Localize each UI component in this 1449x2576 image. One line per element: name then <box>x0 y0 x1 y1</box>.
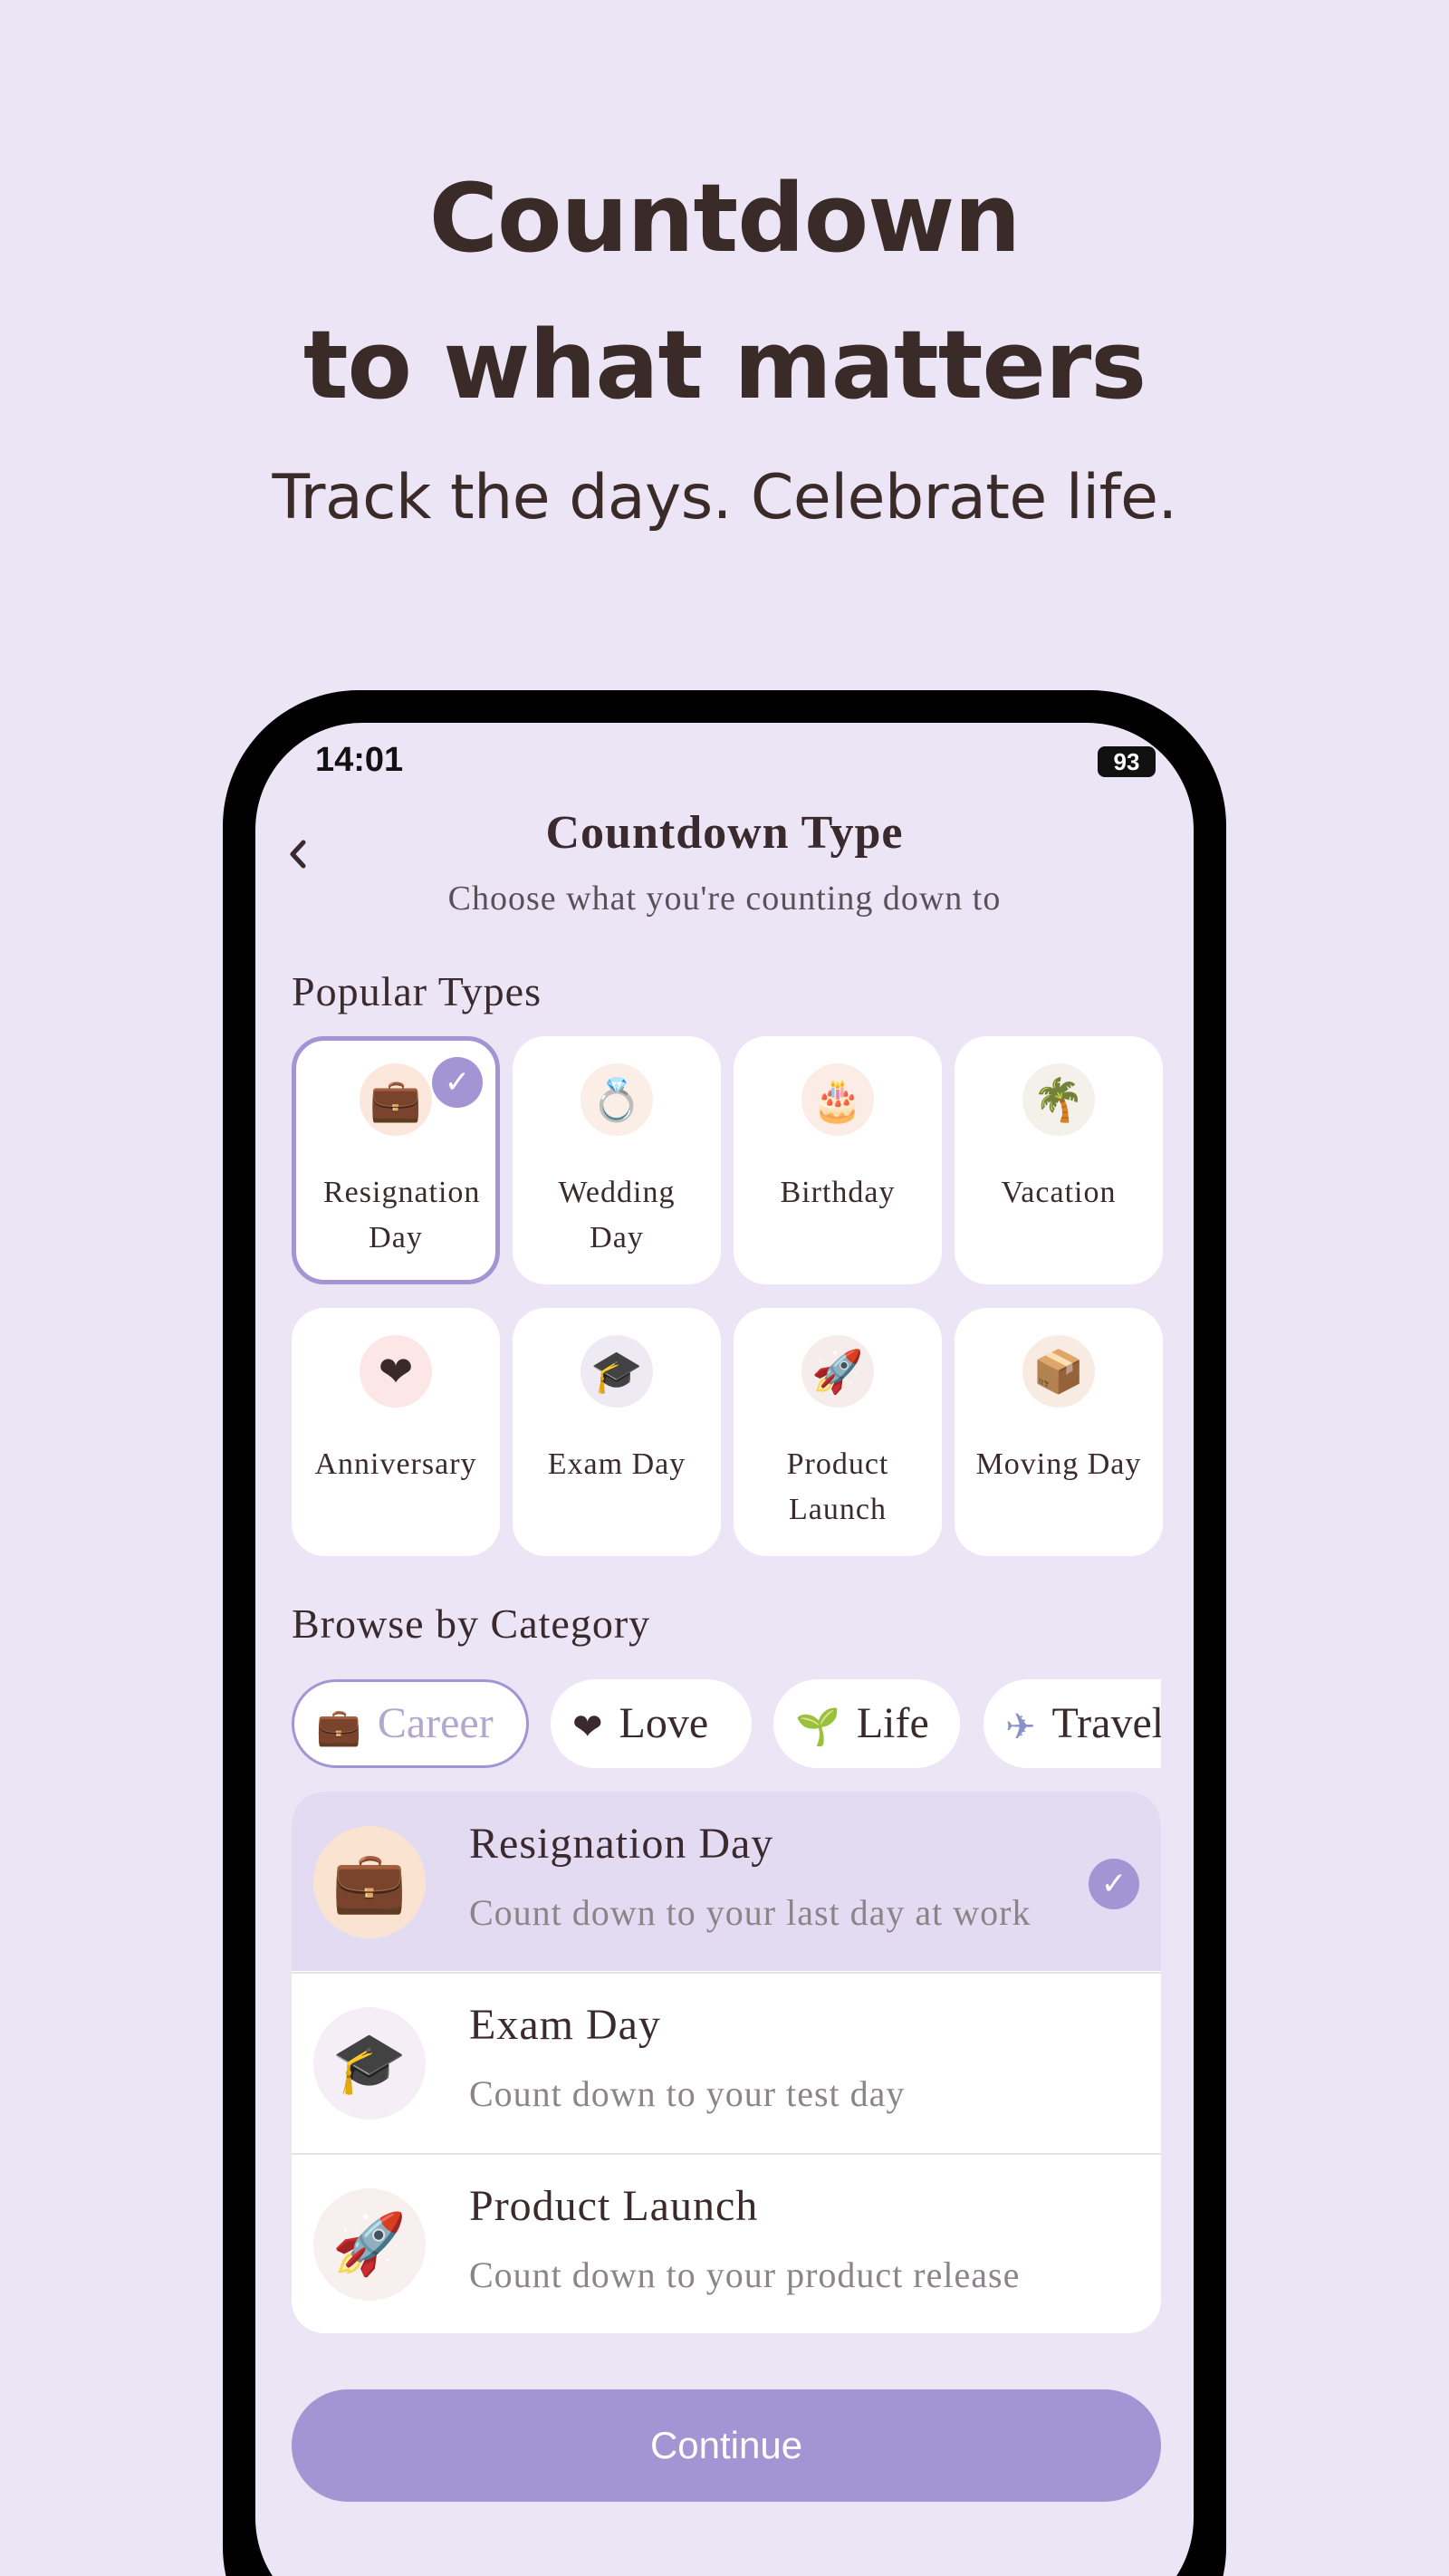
popular-types-label: Popular Types <box>292 968 542 1014</box>
type-card-label: Vacation <box>1001 1176 1117 1209</box>
briefcase-icon: 💼 <box>313 1826 426 1938</box>
rocket-icon: 🚀 <box>801 1335 874 1408</box>
list-item-exam-day[interactable]: 🎓 Exam Day Count down to your test day <box>292 1973 1161 2152</box>
sprout-icon: 🌱 <box>795 1706 840 1748</box>
cake-icon: 🎂 <box>801 1063 874 1136</box>
type-card-product-launch[interactable]: 🚀 Product Launch <box>734 1308 942 1556</box>
rocket-icon: 🚀 <box>313 2188 426 2301</box>
type-card-label: Exam Day <box>547 1447 686 1481</box>
type-card-vacation[interactable]: 🌴 Vacation <box>955 1036 1163 1284</box>
list-divider <box>292 2153 1161 2155</box>
list-item-description: Count down to your last day at work <box>469 1892 1032 1933</box>
category-chip-career[interactable]: 💼 Career <box>292 1679 529 1768</box>
graduation-cap-icon: 🎓 <box>581 1335 653 1408</box>
category-chip-love[interactable]: ❤ Love <box>551 1679 752 1768</box>
list-item-description: Count down to your product release <box>469 2254 1021 2295</box>
category-chip-label: Travel <box>1051 1699 1161 1747</box>
category-type-list: 💼 Resignation Day Count down to your last … <box>292 1792 1161 2333</box>
briefcase-icon: 💼 <box>360 1063 432 1136</box>
check-icon: ✓ <box>1089 1859 1139 1909</box>
list-item-product-launch[interactable]: 🚀 Product Launch Count down to your produc… <box>292 2154 1161 2333</box>
heart-icon: ❤ <box>360 1335 432 1408</box>
category-chip-label: Life <box>856 1699 929 1747</box>
heart-icon: ❤ <box>572 1706 603 1748</box>
list-item-description: Count down to your test day <box>469 2073 906 2114</box>
graduation-cap-icon: 🎓 <box>313 2007 426 2119</box>
type-card-moving-day[interactable]: 📦 Moving Day <box>955 1308 1163 1556</box>
hero-subtitle: Track the days. Celebrate life. <box>272 462 1177 533</box>
type-card-label: Moving Day <box>975 1447 1142 1481</box>
screen-subtitle: Choose what you're counting down to <box>447 879 1002 918</box>
category-chip-label: Love <box>619 1699 709 1747</box>
category-chip-label: Career <box>377 1699 494 1747</box>
category-chips: 💼 Career ❤ Love 🌱 Life ✈ Travel <box>292 1679 1161 1770</box>
list-item-title: Resignation Day <box>469 1820 774 1868</box>
box-icon: 📦 <box>1022 1335 1095 1408</box>
browse-category-label: Browse by Category <box>292 1600 651 1647</box>
type-card-anniversary[interactable]: ❤ Anniversary <box>292 1308 500 1556</box>
type-card-label: Anniversary <box>314 1447 477 1481</box>
type-card-label: Resignation Day <box>323 1176 481 1254</box>
type-card-wedding-day[interactable]: 💍 Wedding Day <box>513 1036 721 1284</box>
status-time: 14:01 <box>315 741 404 779</box>
type-card-exam-day[interactable]: 🎓 Exam Day <box>513 1308 721 1556</box>
type-card-label: Wedding Day <box>558 1176 676 1254</box>
type-card-label: Birthday <box>780 1176 896 1209</box>
screen-title: Countdown Type <box>545 807 904 859</box>
list-item-resignation-day[interactable]: 💼 Resignation Day Count down to your last … <box>292 1792 1161 1971</box>
type-card-birthday[interactable]: 🎂 Birthday <box>734 1036 942 1284</box>
hero-title-line1: Countdown <box>428 163 1022 274</box>
rings-icon: 💍 <box>581 1063 653 1136</box>
airplane-icon: ✈ <box>1005 1706 1036 1748</box>
type-card-label: Product Launch <box>786 1447 889 1526</box>
list-item-title: Exam Day <box>469 2001 661 2049</box>
hero-title: Countdown to what matters <box>0 145 1449 438</box>
list-item-title: Product Launch <box>469 2182 759 2230</box>
hero-title-line2: to what matters <box>302 310 1147 420</box>
phone-screen: 14:01 93 Countdown Type Choose what you'… <box>255 723 1194 2576</box>
list-divider <box>292 1972 1161 1974</box>
battery-indicator: 93 <box>1098 746 1156 777</box>
category-chip-travel[interactable]: ✈ Travel <box>984 1679 1161 1768</box>
continue-button[interactable]: Continue <box>292 2389 1161 2502</box>
check-icon: ✓ <box>432 1057 483 1108</box>
briefcase-icon: 💼 <box>316 1706 361 1748</box>
palm-island-icon: 🌴 <box>1022 1063 1095 1136</box>
type-card-resignation-day[interactable]: 💼 Resignation Day ✓ <box>292 1036 500 1284</box>
category-chip-life[interactable]: 🌱 Life <box>773 1679 960 1768</box>
